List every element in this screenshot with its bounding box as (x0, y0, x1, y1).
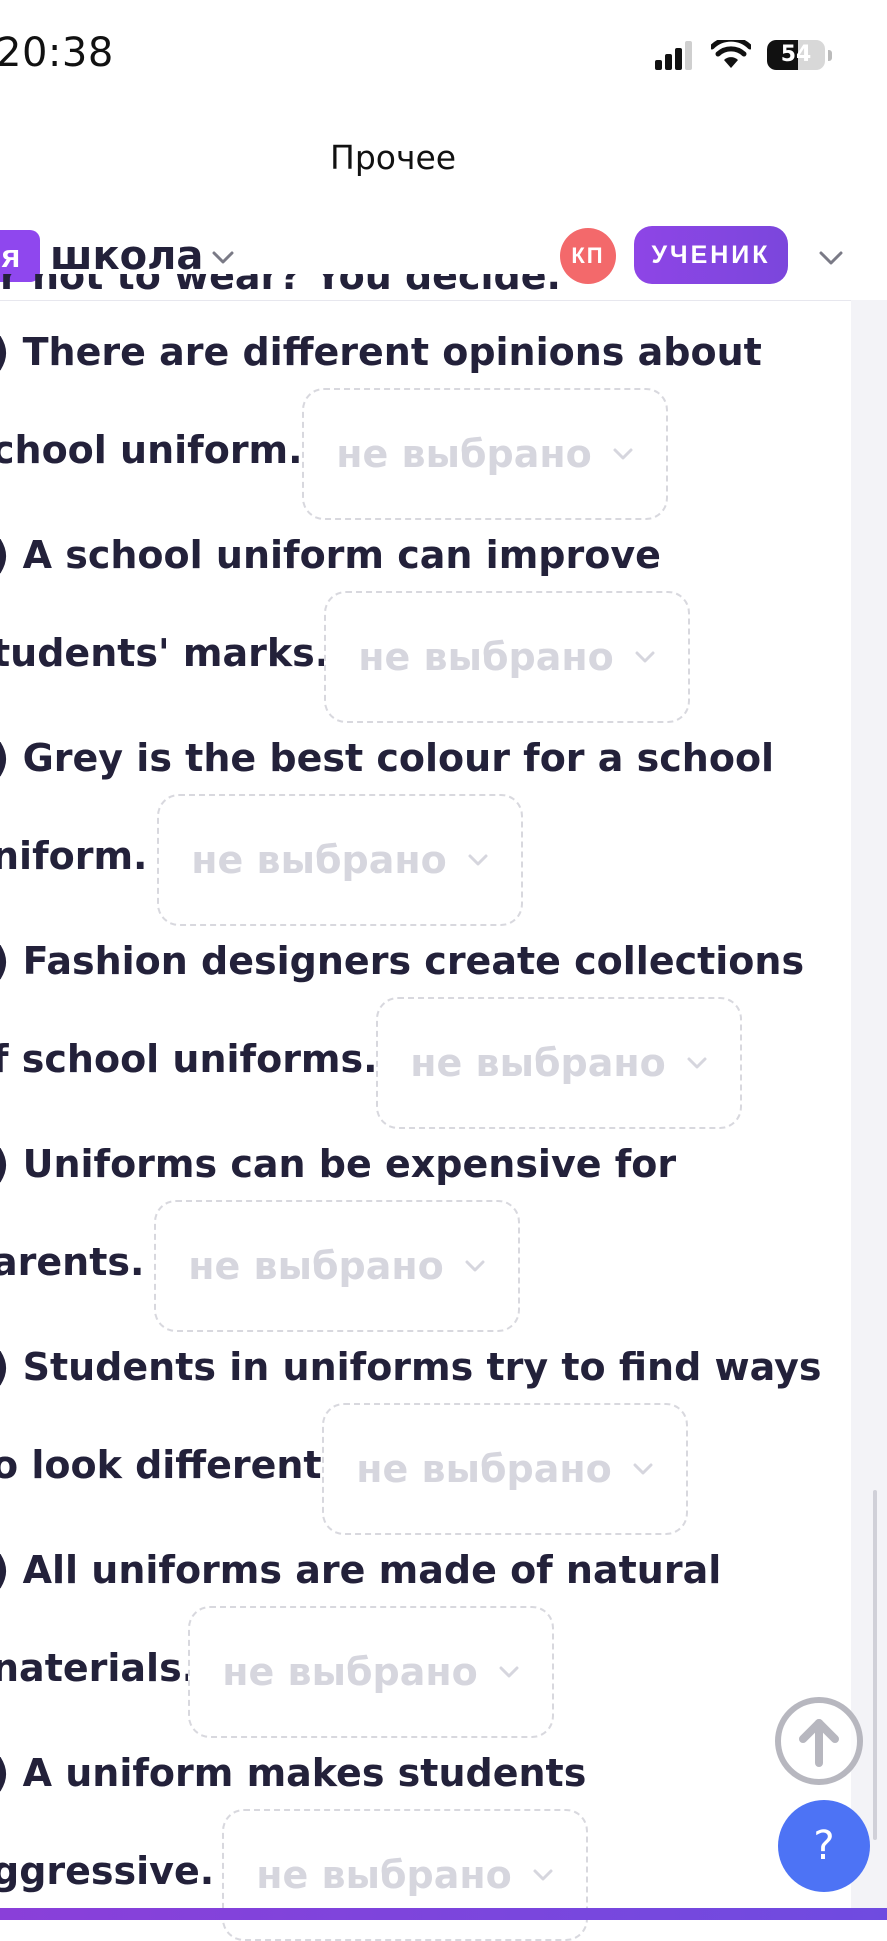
question-item: ) Students in uniforms try to find ways o… (0, 1345, 822, 1535)
cutoff-text: r not to wear? You decide. (0, 274, 561, 296)
answer-select[interactable]: не выбрано (222, 1809, 588, 1941)
help-button-label: ? (813, 1823, 835, 1869)
chevron-down-icon (635, 651, 655, 663)
scrollbar-track[interactable] (851, 300, 887, 1920)
battery-percent: 54 (780, 42, 812, 67)
chevron-down-icon (613, 448, 633, 460)
page-title: Прочее (330, 138, 457, 177)
select-placeholder: не выбрано (256, 1853, 512, 1897)
question-text-line1: ) Students in uniforms try to find ways (0, 1345, 822, 1389)
question-text-line2: o look different. (0, 1443, 337, 1487)
question-text-line2: ggressive. (0, 1849, 215, 1893)
question-item: ) There are different opinions about choo… (0, 330, 812, 520)
question-text-line2: chool uniform. (0, 428, 303, 472)
cellular-signal-icon (655, 41, 692, 70)
role-badge[interactable]: УЧЕНИК (634, 226, 788, 284)
question-text-line2: naterials. (0, 1646, 197, 1690)
question-text-line1: ) Fashion designers create collections (0, 939, 805, 983)
answer-select[interactable]: не выбрано (322, 1403, 688, 1535)
answer-select[interactable]: не выбрано (376, 997, 742, 1129)
chevron-down-icon (468, 854, 488, 866)
question-item: ) A school uniform can improve tudents' m… (0, 533, 812, 723)
select-placeholder: не выбрано (410, 1041, 666, 1085)
question-text-line1: ) Grey is the best colour for a school (0, 736, 775, 780)
question-text-line1: ) All uniforms are made of natural (0, 1548, 722, 1592)
question-text-line1: ) A uniform makes students (0, 1751, 587, 1795)
chevron-down-icon (533, 1869, 553, 1881)
status-icons: 54 (655, 38, 832, 72)
arrow-up-icon (799, 1719, 839, 1767)
select-placeholder: не выбрано (336, 432, 592, 476)
select-placeholder: не выбрано (222, 1650, 478, 1694)
answer-select[interactable]: не выбрано (302, 388, 668, 520)
answer-select[interactable]: не выбрано (157, 794, 523, 926)
question-item: ) All uniforms are made of natural nateri… (0, 1548, 812, 1738)
chevron-down-icon (465, 1260, 485, 1272)
answer-select[interactable]: не выбрано (188, 1606, 554, 1738)
chevron-down-icon[interactable] (208, 242, 238, 272)
avatar[interactable]: КП (560, 228, 616, 284)
question-text-line2: niform. (0, 834, 148, 878)
chevron-down-icon (633, 1463, 653, 1475)
battery-icon: 54 (767, 40, 832, 70)
scrollbar-thumb[interactable] (873, 1490, 877, 1840)
question-text-line2: arents. (0, 1240, 145, 1284)
select-placeholder: не выбрано (191, 838, 447, 882)
question-text-line2: f school uniforms. (0, 1037, 378, 1081)
answer-select[interactable]: не выбрано (154, 1200, 520, 1332)
scroll-to-top-button[interactable] (775, 1697, 863, 1785)
select-placeholder: не выбрано (358, 635, 614, 679)
status-time: 20:38 (0, 30, 114, 76)
question-text-line2: tudents' marks. (0, 631, 330, 675)
question-item: ) Uniforms can be expensive for arents. не… (0, 1142, 812, 1332)
help-button[interactable]: ? (778, 1800, 870, 1892)
select-placeholder: не выбрано (356, 1447, 612, 1491)
bottom-bar (0, 1908, 887, 1920)
wifi-icon (711, 40, 751, 68)
chevron-down-icon (687, 1057, 707, 1069)
question-text-line1: ) There are different opinions about (0, 330, 762, 374)
question-text-line1: ) A school uniform can improve (0, 533, 661, 577)
question-item: ) Fashion designers create collections f … (0, 939, 812, 1129)
chevron-down-icon[interactable] (814, 242, 848, 272)
question-item: ) Grey is the best colour for a school ni… (0, 736, 812, 926)
select-placeholder: не выбрано (188, 1244, 444, 1288)
question-text-line1: ) Uniforms can be expensive for (0, 1142, 677, 1186)
chevron-down-icon (499, 1666, 519, 1678)
answer-select[interactable]: не выбрано (324, 591, 690, 723)
